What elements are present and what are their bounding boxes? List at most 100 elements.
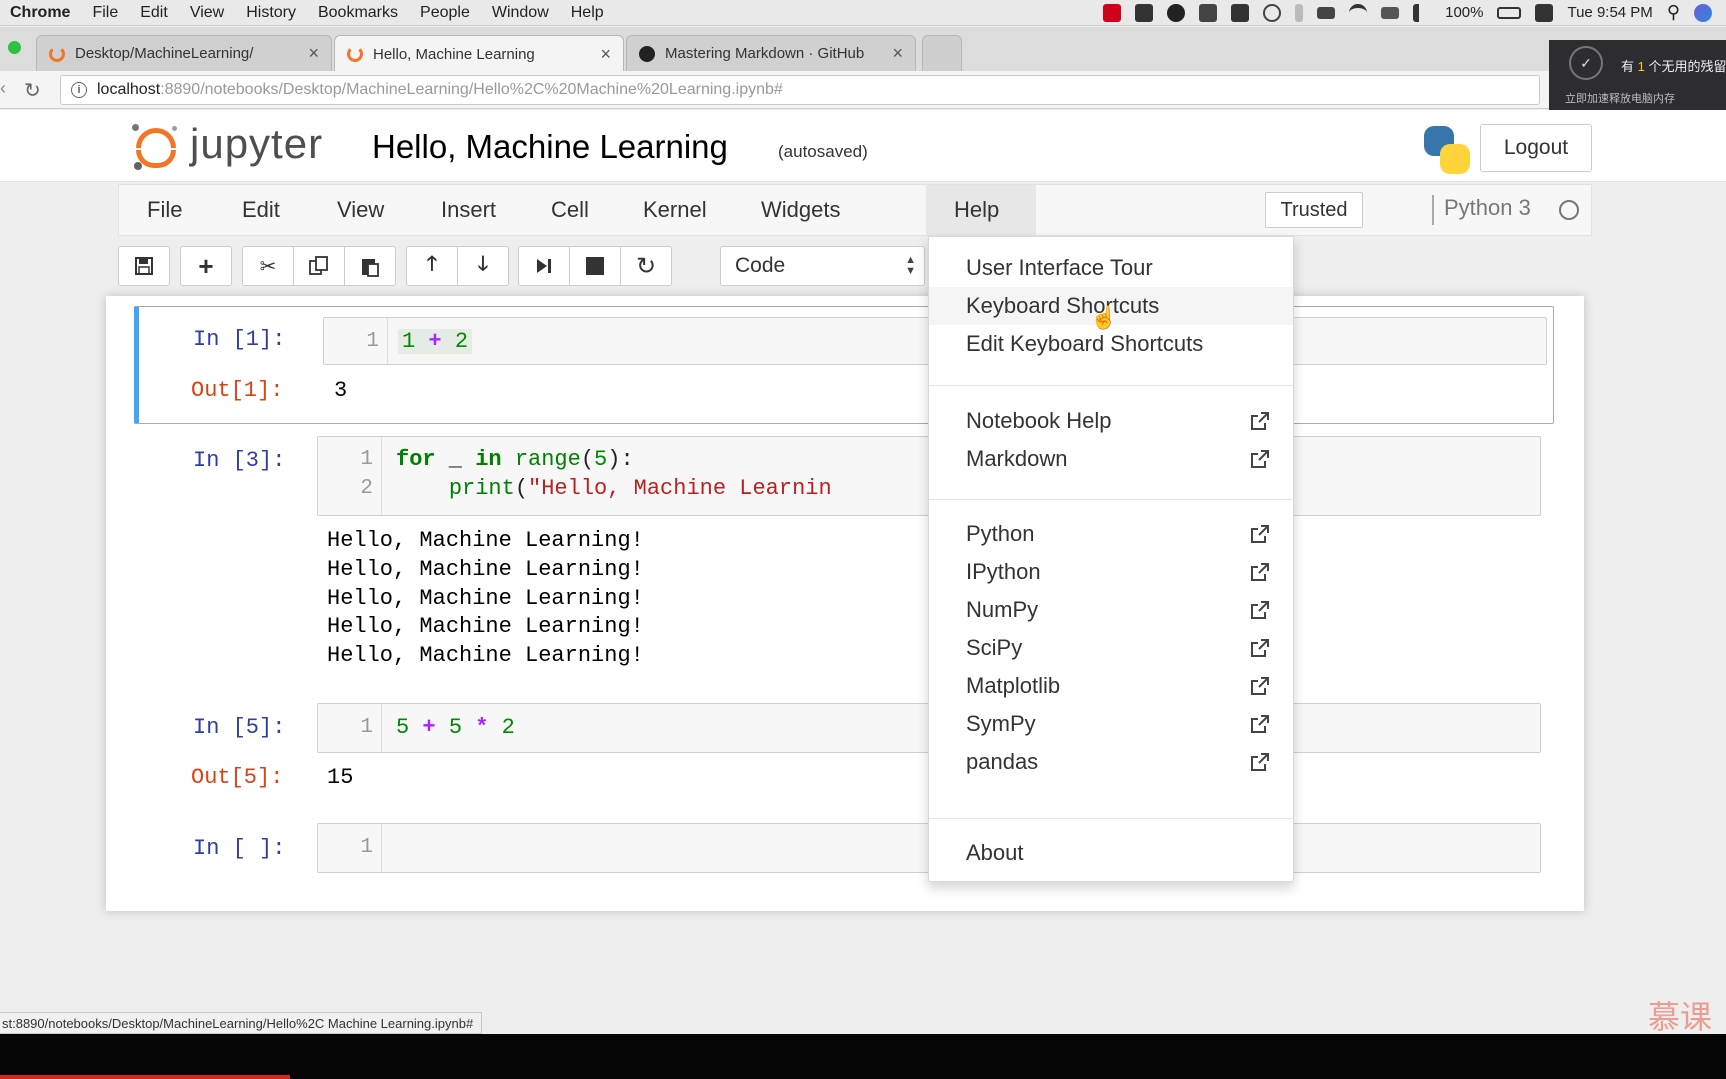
airplay-icon[interactable] bbox=[1381, 6, 1400, 19]
code-cell-1[interactable]: In [1]: 1 1 + 2 Out[1]: 3 bbox=[134, 306, 1554, 424]
volume-icon[interactable] bbox=[1413, 3, 1431, 22]
notification-subtext: 立即加速释放电脑内存 bbox=[1565, 93, 1675, 105]
tab-close-icon[interactable]: × bbox=[600, 44, 611, 65]
menu-item-user-interface-tour[interactable]: User Interface Tour bbox=[929, 249, 1293, 287]
hand-cursor-icon: ☝ bbox=[1090, 305, 1118, 330]
video-progress-bar[interactable] bbox=[0, 1075, 290, 1079]
mac-menu-edit[interactable]: Edit bbox=[129, 4, 179, 22]
line-number: 1 bbox=[360, 448, 373, 471]
logout-button[interactable]: Logout bbox=[1480, 124, 1592, 172]
mac-menu-file[interactable]: File bbox=[81, 4, 129, 22]
menu-widgets[interactable]: Widgets bbox=[733, 185, 868, 235]
jupyter-favicon-icon bbox=[49, 45, 65, 62]
chat-icon[interactable] bbox=[1167, 3, 1186, 22]
menu-item-pandas[interactable]: pandas bbox=[929, 743, 1293, 781]
reload-icon[interactable]: ↻ bbox=[24, 78, 41, 103]
move-down-button[interactable]: 🡓 bbox=[457, 246, 509, 286]
notebook-title[interactable]: Hello, Machine Learning bbox=[372, 128, 728, 166]
interrupt-button[interactable] bbox=[569, 246, 621, 286]
menu-edit[interactable]: Edit bbox=[214, 185, 308, 235]
siri-icon[interactable] bbox=[1694, 3, 1712, 22]
menu-view[interactable]: View bbox=[309, 185, 412, 235]
jupyter-wordmark[interactable]: jupyter bbox=[190, 120, 323, 168]
notebook-menubar: File Edit View Insert Cell Kernel Widget… bbox=[118, 184, 1592, 236]
site-info-icon[interactable]: i bbox=[71, 82, 87, 98]
browser-tab-strip: Desktop/MachineLearning/ × Hello, Machin… bbox=[0, 27, 1726, 72]
address-bar-row: ‹ ↻ i localhost :8890/notebooks/Desktop/… bbox=[0, 71, 1726, 109]
menu-item-sympy[interactable]: SymPy bbox=[929, 705, 1293, 743]
tab-close-icon[interactable]: × bbox=[308, 43, 319, 64]
dropbox-icon[interactable] bbox=[1199, 3, 1218, 22]
cell-type-select[interactable]: Code ▲ ▼ bbox=[720, 246, 925, 286]
save-button[interactable] bbox=[118, 246, 170, 286]
dict-icon[interactable] bbox=[1135, 3, 1154, 22]
clock[interactable]: Tue 9:54 PM bbox=[1567, 4, 1652, 21]
external-link-icon bbox=[1251, 601, 1269, 619]
output-prompt: Out[5]: bbox=[191, 765, 284, 790]
external-link-icon bbox=[1251, 677, 1269, 695]
back-arrow-icon[interactable]: ‹ bbox=[0, 78, 6, 99]
bluetooth-icon[interactable] bbox=[1295, 3, 1304, 22]
mac-menu-help[interactable]: Help bbox=[560, 4, 615, 22]
tab-desktop-machinelearning[interactable]: Desktop/MachineLearning/ × bbox=[36, 35, 332, 71]
tab-mastering-markdown[interactable]: Mastering Markdown · GitHub × bbox=[626, 35, 916, 71]
stdout-line: Hello, Machine Learning! bbox=[327, 614, 644, 639]
cut-button[interactable]: ✂ bbox=[242, 246, 294, 286]
menu-item-numpy[interactable]: NumPy bbox=[929, 591, 1293, 629]
restart-button[interactable]: ↻ bbox=[620, 246, 672, 286]
app-menu-chrome[interactable]: Chrome bbox=[0, 4, 81, 22]
menu-help[interactable]: Help bbox=[926, 185, 1036, 235]
external-link-icon bbox=[1251, 525, 1269, 543]
move-up-button[interactable]: 🡑 bbox=[406, 246, 458, 286]
url-field[interactable]: i localhost :8890/notebooks/Desktop/Mach… bbox=[60, 75, 1540, 105]
stdout-line: Hello, Machine Learning! bbox=[327, 557, 644, 582]
tab-close-icon[interactable]: × bbox=[892, 43, 903, 64]
cleanup-notification[interactable]: ✓ 有 1 个无用的残留 立即加速释放电脑内存 bbox=[1549, 40, 1726, 120]
scissors-icon: ✂ bbox=[259, 255, 277, 278]
jupyter-logo-icon[interactable] bbox=[132, 124, 180, 170]
mac-menu-people[interactable]: People bbox=[409, 4, 481, 22]
new-tab-button[interactable] bbox=[922, 35, 962, 71]
trusted-indicator[interactable]: Trusted bbox=[1265, 192, 1363, 228]
mac-menu-view[interactable]: View bbox=[179, 4, 235, 22]
mac-menu-window[interactable]: Window bbox=[481, 4, 560, 22]
menu-kernel[interactable]: Kernel bbox=[615, 185, 735, 235]
time-machine-icon[interactable] bbox=[1263, 3, 1282, 22]
code-cell-4[interactable]: In [ ]: 1 bbox=[134, 820, 1554, 880]
cloud-icon[interactable] bbox=[1231, 3, 1250, 22]
menu-item-ipython[interactable]: IPython bbox=[929, 553, 1293, 591]
menu-item-about[interactable]: About bbox=[929, 834, 1293, 872]
wifi-icon[interactable] bbox=[1349, 3, 1368, 22]
code-cell-3[interactable]: In [5]: 1 5 + 5 * 2 Out[5]: 15 bbox=[134, 700, 1554, 804]
kernel-name[interactable]: Python 3 bbox=[1444, 195, 1531, 221]
stdout-line: Hello, Machine Learning! bbox=[327, 528, 644, 553]
menu-item-python[interactable]: Python bbox=[929, 515, 1293, 553]
window-control-dot[interactable] bbox=[8, 41, 21, 54]
line-number: 1 bbox=[366, 330, 379, 353]
red-app-icon[interactable] bbox=[1103, 3, 1122, 22]
macos-menu-bar: Chrome File Edit View History Bookmarks … bbox=[0, 0, 1726, 26]
mac-menu-bookmarks[interactable]: Bookmarks bbox=[307, 4, 409, 22]
mac-menu-history[interactable]: History bbox=[235, 4, 307, 22]
arrow-up-icon: 🡑 bbox=[426, 253, 438, 275]
copy-button[interactable] bbox=[293, 246, 345, 286]
external-link-icon bbox=[1251, 715, 1269, 733]
battery-icon[interactable] bbox=[1497, 6, 1522, 19]
cell-output: 15 bbox=[327, 765, 354, 790]
spotlight-search-icon[interactable]: ⚲ bbox=[1667, 2, 1680, 23]
display-icon[interactable] bbox=[1317, 6, 1336, 19]
tab-hello-machine-learning[interactable]: Hello, Machine Learning × bbox=[334, 35, 624, 72]
menu-cell[interactable]: Cell bbox=[523, 185, 617, 235]
menu-item-matplotlib[interactable]: Matplotlib bbox=[929, 667, 1293, 705]
run-button[interactable] bbox=[518, 246, 570, 286]
paste-button[interactable] bbox=[344, 246, 396, 286]
arrow-down-icon: 🡓 bbox=[477, 253, 489, 275]
s-app-icon[interactable] bbox=[1535, 3, 1554, 22]
menu-item-scipy[interactable]: SciPy bbox=[929, 629, 1293, 667]
menu-insert[interactable]: Insert bbox=[413, 185, 524, 235]
menu-file[interactable]: File bbox=[119, 185, 210, 235]
menu-item-markdown[interactable]: Markdown bbox=[929, 440, 1293, 478]
code-cell-2[interactable]: In [3]: 1 2 for _ in range(5): print("He… bbox=[134, 434, 1554, 674]
menu-item-notebook-help[interactable]: Notebook Help bbox=[929, 402, 1293, 440]
insert-cell-button[interactable]: + bbox=[180, 246, 232, 286]
